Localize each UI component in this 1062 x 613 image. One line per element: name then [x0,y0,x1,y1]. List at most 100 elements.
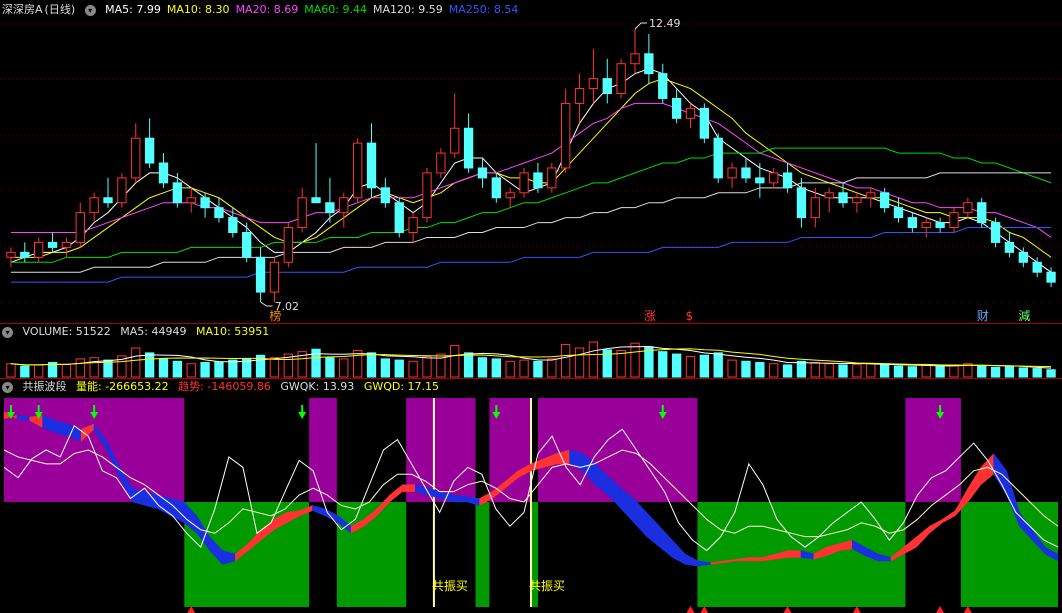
volume-bar [671,353,682,378]
volume-bar [325,357,335,378]
candle-body [394,202,404,233]
volume-bar [533,360,543,378]
candles [6,28,1056,302]
volume-bar [200,362,210,378]
candle-body [505,192,515,199]
volume-bar [422,355,432,378]
volume-bar [852,363,862,378]
chart-canvas[interactable]: 12.497.02榜涨 $ 财減共振买 共振买 [0,0,1062,613]
candle-body [755,177,765,184]
candle-body [436,152,446,174]
volume-bar [796,360,807,378]
band-segment [929,518,943,534]
volume-bar [658,351,668,378]
volume-bar [34,364,44,378]
sell-marker-icon [852,606,861,613]
candle-body [588,78,599,90]
candle-body [561,102,571,169]
bottom-zone [475,502,490,607]
candle-body [1004,241,1015,253]
volume-bar [352,349,363,378]
volume-bar [893,365,904,378]
volume-bar [866,363,876,378]
volume-bar [477,357,488,378]
candle-body [907,217,918,229]
volume-bar [131,347,141,378]
low-marker-line [260,301,273,307]
candle-body [297,197,307,229]
volume-bar [1032,368,1042,378]
volume-bar [269,357,280,378]
sell-marker-icon [936,606,945,613]
candle-body [977,202,987,224]
resonance-buy-label: 共振买 [529,579,565,593]
candle-body [463,127,474,169]
band-segment [389,484,403,503]
sell-marker-icon [700,606,709,613]
candle-body [408,217,418,234]
volume-bar [75,358,85,378]
candle-body [769,172,779,184]
volume-bar [949,364,959,378]
volume-bar [1004,366,1015,378]
candle-body [366,142,377,189]
candle-body [380,187,391,204]
volume-bar [144,352,155,378]
volume-bar [921,365,931,378]
volume-bar [172,360,183,378]
volume-bar [214,361,224,378]
top-zone [309,398,337,502]
candle-body [671,97,682,119]
volume-bar [685,355,696,378]
candle-body [782,172,793,189]
candle-body [741,167,751,179]
volume-bar [491,358,501,378]
volume-bar [186,363,196,378]
candle-body [450,127,460,154]
candle-body [935,222,945,229]
volume-bar [20,365,30,378]
buy-arrow-icon [298,405,307,419]
event-label: 減 [1018,308,1030,323]
sell-marker-icon [686,606,695,613]
band-segment [466,496,480,506]
volume-bar [990,366,1001,378]
candle-body [103,197,113,204]
volume-bar [463,352,474,378]
volume-bar [727,359,737,378]
candle-body [810,197,820,219]
candle-body [533,172,543,189]
volume-bar [380,358,391,378]
band-segment [787,550,802,558]
candle-body [866,192,876,199]
volume-bar [228,359,238,378]
volume-bar [561,343,571,378]
candle-body [422,172,432,219]
volume-bar [935,365,945,378]
volume-bar [450,345,460,378]
bottom-zone [960,502,1058,607]
candle-body [949,212,959,229]
candle-body [491,177,501,199]
volume-bar [630,342,640,378]
candle-body [6,251,16,258]
volume-bar [574,347,585,378]
volume-bar [713,352,723,378]
candle-body [158,162,169,184]
band-segment [672,539,686,565]
candle-body [172,182,183,204]
volume-bar [366,352,377,378]
candle-body [20,251,30,258]
candle-body [325,202,335,214]
volume-bar [699,354,710,378]
band-segment [659,525,673,558]
volume-bar [588,341,599,378]
candle-body [990,222,1001,243]
candle-body [352,142,363,199]
sell-marker-icon [963,606,972,613]
volume-bar [824,363,834,378]
candle-body [117,177,127,204]
candle-body [574,88,585,104]
volume-bar [1046,369,1056,378]
band-segment [312,505,326,517]
